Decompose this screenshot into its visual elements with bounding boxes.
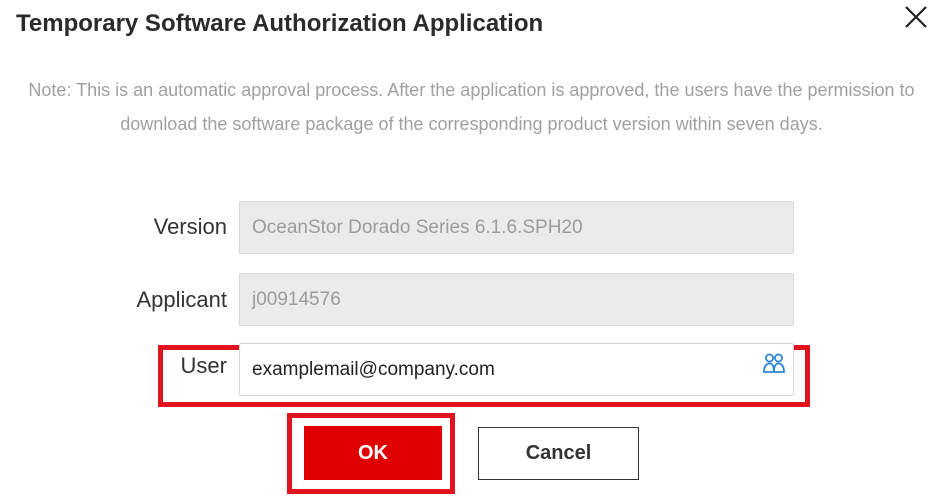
- user-input[interactable]: examplemail@company.com: [239, 343, 794, 396]
- dialog-title: Temporary Software Authorization Applica…: [16, 10, 544, 37]
- version-label: Version: [153, 214, 227, 239]
- users-icon[interactable]: [763, 353, 785, 373]
- cancel-button[interactable]: Cancel: [478, 427, 639, 480]
- applicant-label: Applicant: [136, 287, 227, 312]
- applicant-field: j00914576: [239, 273, 794, 326]
- ok-button[interactable]: OK: [304, 426, 442, 480]
- approval-note: Note: This is an automatic approval proc…: [28, 80, 915, 134]
- user-label: User: [180, 353, 227, 378]
- authorization-dialog: Temporary Software Authorization Applica…: [0, 0, 943, 496]
- version-field: OceanStor Dorado Series 6.1.6.SPH20: [239, 201, 794, 254]
- close-icon[interactable]: [903, 4, 929, 30]
